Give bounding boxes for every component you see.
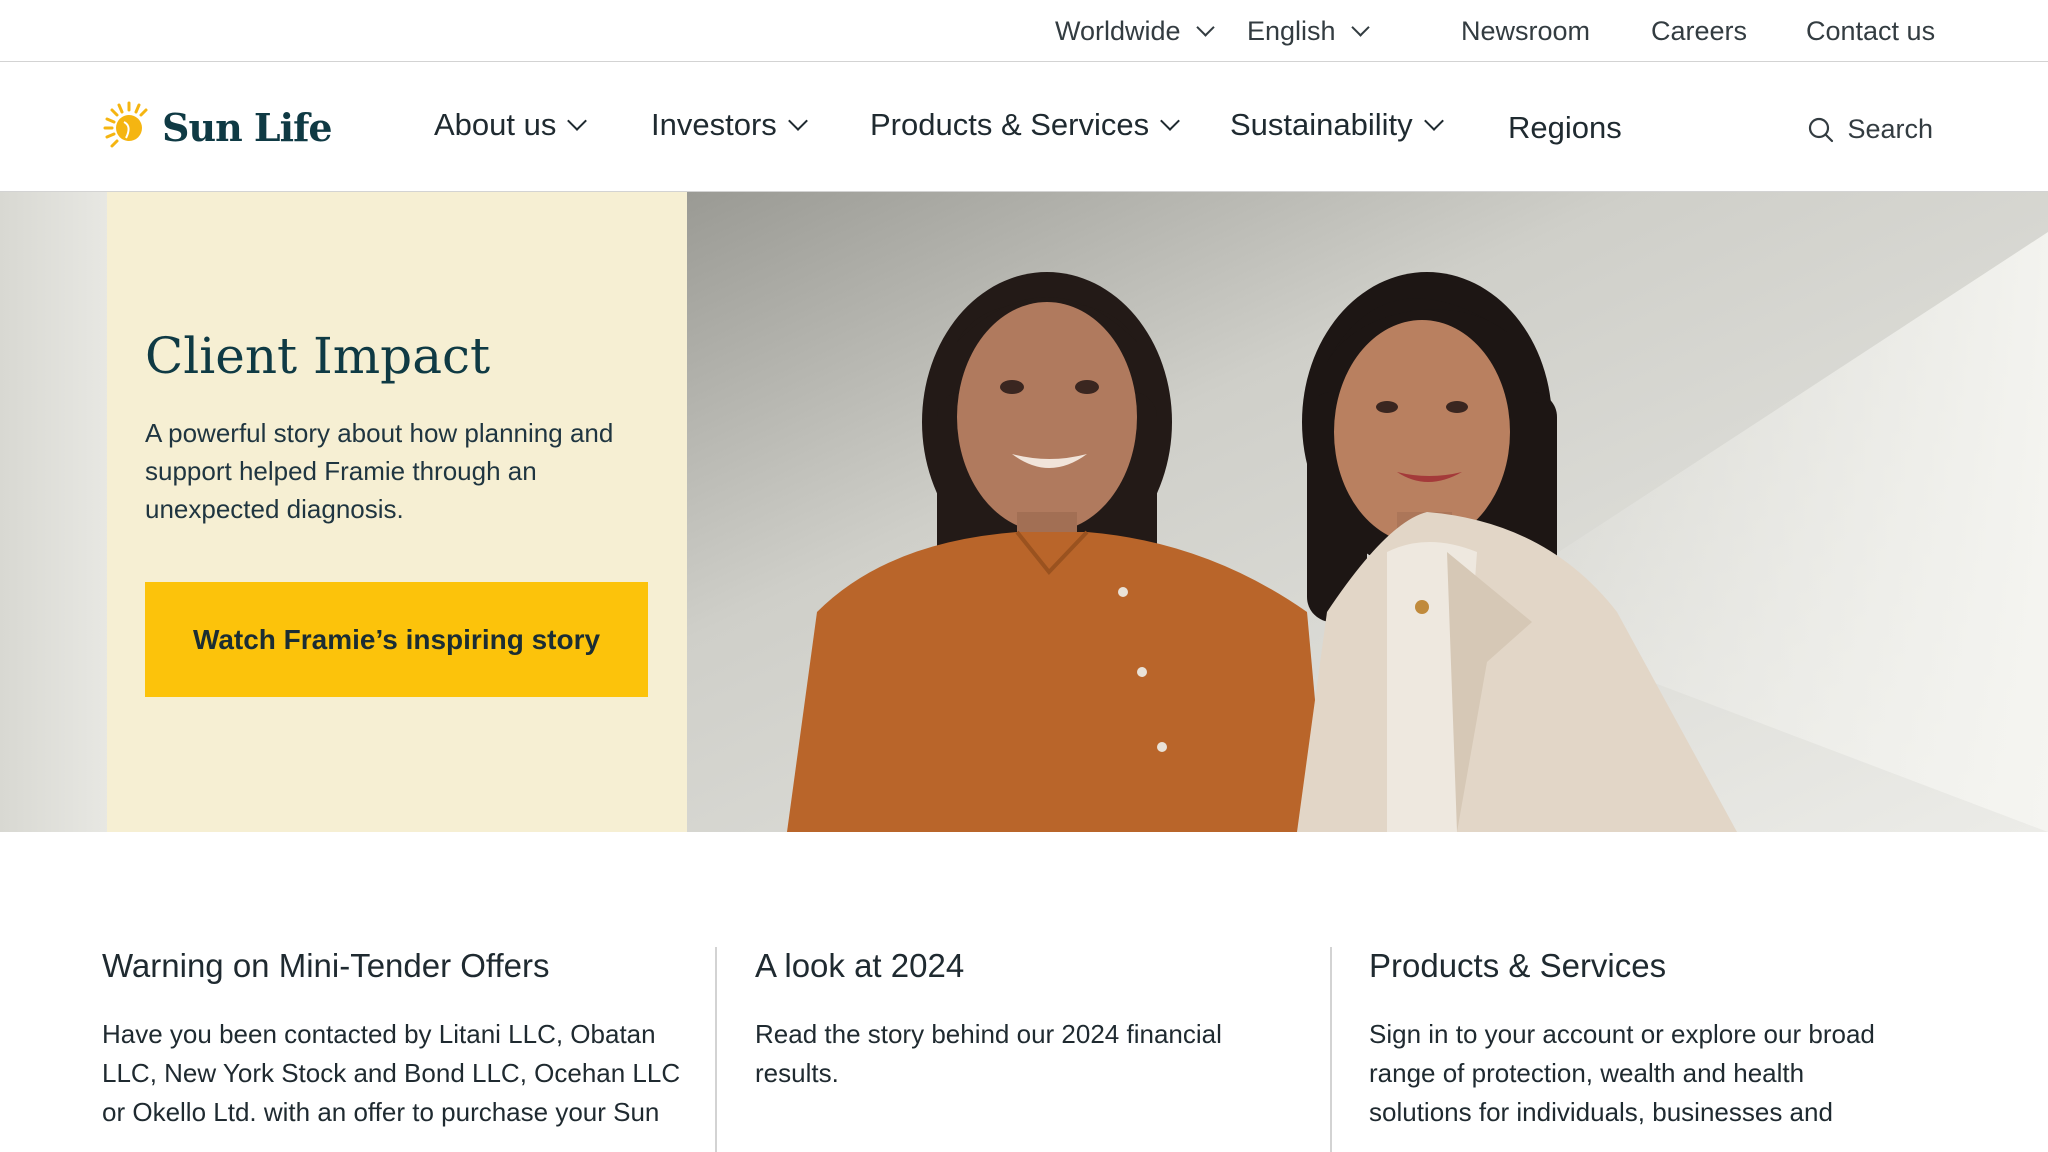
- utility-bar: Worldwide English Newsroom Careers Conta…: [0, 0, 2048, 62]
- nav-label: Products & Services: [870, 107, 1150, 142]
- contact-link[interactable]: Contact us: [1806, 16, 1935, 47]
- nav-regions[interactable]: Regions: [1508, 110, 1622, 146]
- brand-name: Sun Life: [162, 104, 333, 150]
- hero-edge-shadow: [0, 192, 110, 832]
- card-title: Products & Services: [1369, 947, 1667, 984]
- card-text: Have you been contacted by Litani LLC, O…: [102, 1019, 681, 1127]
- card-divider: [1330, 947, 1332, 1152]
- nav-label: Investors: [651, 107, 777, 142]
- careers-link[interactable]: Careers: [1651, 16, 1747, 47]
- card-look-at-2024[interactable]: A look at 2024 Read the story behind our…: [755, 947, 1295, 1093]
- card-text: Sign in to your account or explore our b…: [1369, 1019, 1875, 1127]
- chevron-down-icon: [1423, 111, 1444, 131]
- nav-investors[interactable]: Investors: [651, 107, 808, 143]
- chevron-down-icon: [567, 111, 588, 131]
- search-label: Search: [1847, 114, 1933, 144]
- chevron-down-icon: [1350, 18, 1370, 37]
- language-selector[interactable]: English: [1247, 16, 1370, 47]
- chevron-down-icon: [1160, 111, 1181, 131]
- chevron-down-icon: [787, 111, 808, 131]
- search-icon: [1809, 117, 1834, 142]
- search-button[interactable]: Search: [1807, 114, 1933, 145]
- card-products-services[interactable]: Products & Services Sign in to your acco…: [1369, 947, 1909, 1132]
- newsroom-link[interactable]: Newsroom: [1461, 16, 1590, 47]
- nav-label: About us: [434, 107, 557, 142]
- main-navigation: Sun Life About us Investors Products & S…: [0, 62, 2048, 192]
- language-label: English: [1247, 16, 1336, 46]
- watch-story-button[interactable]: Watch Framie’s inspiring story: [145, 582, 648, 697]
- nav-label: Sustainability: [1230, 107, 1413, 142]
- chevron-down-icon: [1195, 18, 1215, 37]
- hero-title: Client Impact: [145, 327, 491, 385]
- card-text: Read the story behind our 2024 financial…: [755, 1019, 1222, 1088]
- nav-products-services[interactable]: Products & Services: [870, 107, 1181, 143]
- card-title: Warning on Mini-Tender Offers: [102, 947, 550, 984]
- hero-banner: Client Impact A powerful story about how…: [0, 192, 2048, 832]
- card-title: A look at 2024: [755, 947, 965, 984]
- sun-logo-icon: [103, 101, 148, 148]
- worldwide-label: Worldwide: [1055, 16, 1181, 46]
- worldwide-selector[interactable]: Worldwide: [1055, 16, 1215, 47]
- card-mini-tender[interactable]: Warning on Mini-Tender Offers Have you b…: [102, 947, 682, 1132]
- nav-sustainability[interactable]: Sustainability: [1230, 107, 1444, 143]
- sun-life-logo[interactable]: Sun Life: [102, 100, 333, 154]
- nav-about-us[interactable]: About us: [434, 107, 588, 143]
- hero-description: A powerful story about how planning and …: [145, 418, 614, 524]
- nav-label: Regions: [1508, 110, 1622, 145]
- feature-cards: Warning on Mini-Tender Offers Have you b…: [0, 832, 2048, 1152]
- card-divider: [715, 947, 717, 1152]
- hero-photo-two-women: [687, 192, 2048, 832]
- hero-content-panel: Client Impact A powerful story about how…: [107, 192, 687, 832]
